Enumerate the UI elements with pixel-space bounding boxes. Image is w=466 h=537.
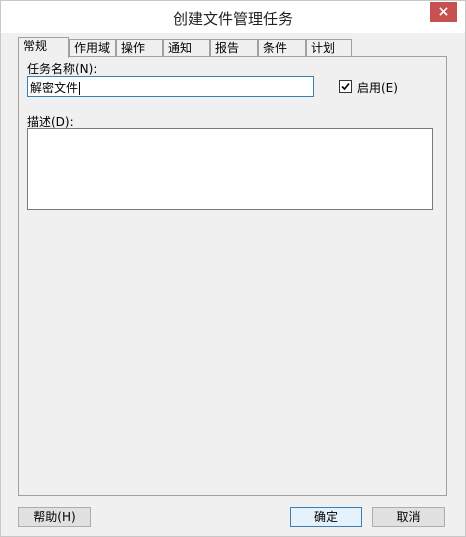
tab-condition[interactable]: 条件 bbox=[258, 39, 306, 56]
close-button[interactable]: × bbox=[430, 2, 457, 22]
enable-checkbox[interactable] bbox=[339, 80, 352, 93]
checkmark-icon bbox=[341, 82, 350, 91]
tab-scope[interactable]: 作用域 bbox=[69, 39, 116, 56]
window-title: 创建文件管理任务 bbox=[172, 10, 293, 28]
tab-general[interactable]: 常规 bbox=[18, 37, 69, 58]
task-name-label: 任务名称(N): bbox=[27, 62, 98, 76]
cancel-button[interactable]: 取消 bbox=[372, 507, 445, 527]
description-textarea[interactable] bbox=[27, 128, 433, 210]
enable-label[interactable]: 启用(E) bbox=[357, 79, 398, 96]
ok-button[interactable]: 确定 bbox=[290, 507, 362, 527]
help-button[interactable]: 帮助(H) bbox=[18, 507, 91, 527]
tab-panel-general: 任务名称(N): 解密文件 启用(E) 描述(D): bbox=[18, 56, 447, 496]
tab-notification[interactable]: 通知 bbox=[163, 39, 210, 56]
close-icon: × bbox=[437, 4, 450, 20]
task-name-value: 解密文件 bbox=[30, 81, 79, 95]
tab-schedule[interactable]: 计划 bbox=[306, 39, 352, 56]
title-bar[interactable]: 创建文件管理任务 × bbox=[1, 1, 465, 33]
text-caret bbox=[79, 82, 81, 95]
task-name-input[interactable]: 解密文件 bbox=[27, 76, 314, 97]
tab-actions[interactable]: 操作 bbox=[116, 39, 163, 56]
tab-report[interactable]: 报告 bbox=[210, 39, 258, 56]
dialog-window: 创建文件管理任务 × 常规 作用域 操作 通知 报告 条件 计划 任务名称(N)… bbox=[0, 0, 466, 537]
